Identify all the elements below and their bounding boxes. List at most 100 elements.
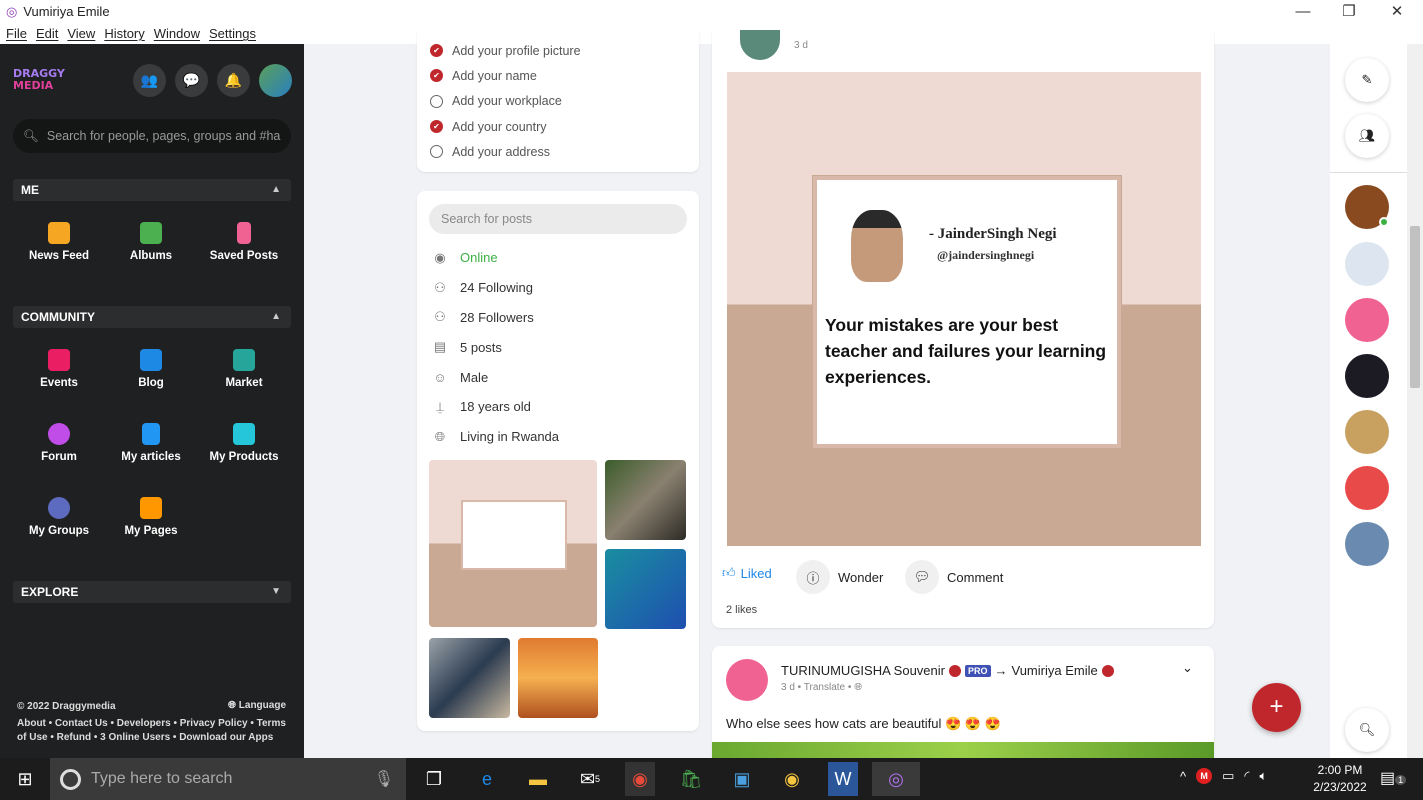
language-link[interactable]: 🌐︎ Language [228,700,286,711]
contact-avatar[interactable] [1345,522,1389,566]
clock[interactable]: 2:00 PM 2/23/2022 [1305,762,1375,796]
add-friend-icon[interactable]: 👥︎ [1345,114,1389,158]
online-indicator [1379,217,1389,227]
checklist-item[interactable]: Add your address [417,139,699,164]
taskbar-search[interactable]: Type here to search 🎙︎ [50,758,406,800]
contact-avatar[interactable] [1345,298,1389,342]
post-author-avatar[interactable] [740,30,780,60]
profile-checklist: ✔ Add your profile picture ✔ Add your name… [417,30,699,172]
draggy-app-icon[interactable]: ◎ [872,762,920,796]
section-me[interactable]: ME ▲ [13,179,291,201]
menu-settings[interactable]: Settings [209,26,256,41]
sidebar-item-my-pages[interactable]: My Pages [105,497,197,537]
sidebar-item-albums[interactable]: Albums [105,222,197,262]
windows-start-icon[interactable]: ⊞ [0,758,50,800]
friends-icon[interactable]: 👥 [133,64,166,97]
bell-icon[interactable]: 🔔 [217,64,250,97]
post-author-avatar[interactable] [726,659,768,701]
microphone-icon: 🎙︎ [373,771,394,788]
chrome-icon[interactable]: ◉ [777,762,807,796]
flag-icon [140,497,162,519]
menu-file[interactable]: File [6,26,27,41]
wifi-icon[interactable]: ◜ [1244,768,1249,784]
sidebar-item-blog[interactable]: Blog [105,349,197,389]
calendar-icon [48,349,70,371]
quote-handle: @jaindersinghnegi [937,248,1035,262]
checklist-item[interactable]: ✔ Add your country [417,114,699,139]
contact-avatar[interactable] [1345,466,1389,510]
sidebar-item-my-articles[interactable]: My articles [105,423,197,463]
post-image[interactable]: - JainderSingh Negi @jaindersinghnegi Yo… [727,72,1201,546]
notifications-icon[interactable]: ▤ 1 [1380,768,1407,788]
restore-button[interactable]: ❐ [1326,0,1372,23]
checklist-item[interactable]: ✔ Add your profile picture [417,38,699,63]
menu-edit[interactable]: Edit [36,26,58,41]
sidebar-item-saved-posts[interactable]: Saved Posts [198,222,290,262]
sidebar-item-market[interactable]: Market [198,349,290,389]
checklist-item[interactable]: Add your workplace [417,89,699,114]
likes-count[interactable]: 2 likes [726,604,757,616]
search-input[interactable]: 🔍︎ Search for people, pages, groups and #… [13,119,291,153]
scrollbar-thumb[interactable] [1410,226,1420,388]
status-online: ◉ Online [417,243,699,273]
chrome-icon[interactable]: ◉ [625,762,655,796]
menu-history[interactable]: History [104,26,144,41]
sidebar-item-my-products[interactable]: My Products [198,423,290,463]
posts-count: ▤ 5 posts [433,339,502,355]
translate-link[interactable]: Translate [804,682,845,693]
avatar[interactable] [259,64,292,97]
followers-count[interactable]: ⚇ 28 Followers [417,303,699,333]
create-post-button[interactable]: + [1252,683,1301,732]
section-explore[interactable]: EXPLORE ▼ [13,581,291,603]
word-icon[interactable]: W [828,762,858,796]
volume-muted-icon[interactable]: 🔈︎ [1259,768,1267,784]
contact-avatar[interactable] [1345,354,1389,398]
edge-icon[interactable]: e [472,762,502,796]
chevron-up-icon[interactable]: ^ [1180,769,1186,784]
task-view-icon[interactable]: ❐ [419,762,449,796]
sidebar: DRAGGY MEDIA 👥 💬 🔔 🔍︎ Search for people, p… [0,44,304,758]
store-icon[interactable]: 🛍︎ [676,762,706,796]
footer-links[interactable]: About • Contact Us • Developers • Privac… [17,717,289,745]
post-search-input[interactable]: Search for posts [429,204,687,234]
photo-thumbnail-cat[interactable] [605,460,686,540]
scrollbar[interactable] [1407,44,1423,758]
sidebar-item-news-feed[interactable]: News Feed [13,222,105,262]
battery-icon[interactable]: ▭ [1222,768,1234,784]
menu-window[interactable]: Window [154,26,200,41]
following-count[interactable]: ⚇ 24 Following [417,273,699,303]
post-card: TURINUMUGISHA Souvenir PRO → Vumiriya Em… [712,646,1214,766]
messages-icon[interactable]: 💬 [175,64,208,97]
liked-button[interactable]: 👍︎ Liked [722,565,772,581]
photo-thumbnail-person[interactable] [605,549,686,629]
file-explorer-icon[interactable]: ▬ [523,762,553,796]
video-editor-icon[interactable]: ▣ [727,762,757,796]
sidebar-item-events[interactable]: Events [13,349,105,389]
sidebar-item-forum[interactable]: Forum [13,423,105,463]
photo-thumbnail-sunset[interactable] [518,638,598,718]
wonder-button[interactable]: ⓘ Wonder [796,560,883,594]
document-icon: ▤ [433,339,447,355]
contact-avatar[interactable] [1345,242,1389,286]
sidebar-item-my-groups[interactable]: My Groups [13,497,105,537]
post-author-name[interactable]: TURINUMUGISHA Souvenir [781,663,945,678]
new-message-icon[interactable]: ✎ [1345,58,1389,102]
comment-button[interactable]: 💬︎ Comment [905,560,1003,594]
contact-avatar[interactable] [1345,410,1389,454]
chevron-down-icon: ▼ [271,586,281,597]
chevron-down-icon[interactable]: ⌄ [1182,660,1193,676]
menu-view[interactable]: View [67,26,95,41]
section-community[interactable]: COMMUNITY ▲ [13,306,291,328]
mail-icon[interactable]: ✉ 5 [575,762,605,796]
close-button[interactable]: ✕ [1374,0,1420,23]
search-people-icon[interactable]: 🔍︎ [1345,708,1389,752]
logo[interactable]: DRAGGY MEDIA [13,68,65,92]
post-target-name[interactable]: Vumiriya Emile [1012,663,1098,678]
photo-thumbnail-quote[interactable] [429,460,597,627]
news-feed-icon [48,222,70,244]
mega-icon[interactable]: M [1196,768,1213,784]
checklist-item[interactable]: ✔ Add your name [417,63,699,88]
photo-thumbnail-bird[interactable] [429,638,510,718]
contact-avatar[interactable] [1345,185,1389,229]
minimize-button[interactable]: — [1280,0,1326,23]
